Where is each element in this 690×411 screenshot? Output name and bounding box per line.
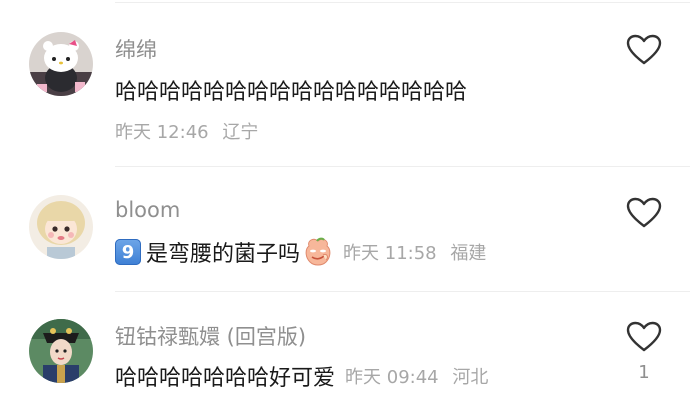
comment-location: 河北 xyxy=(452,367,489,388)
comment-meta: 昨天 09:44 河北 xyxy=(345,363,488,389)
comment-text: 哈哈哈哈哈哈哈好可爱 xyxy=(115,366,336,391)
like-button[interactable] xyxy=(626,321,662,353)
comment-time: 昨天 09:44 xyxy=(345,367,439,388)
like-count: 1 xyxy=(638,362,650,383)
comment-username[interactable]: 钮钴禄甄嬛 (回宫版) xyxy=(115,321,306,351)
commenter-avatar[interactable] xyxy=(29,319,93,383)
comment-content-row: 哈哈哈哈哈哈哈好可爱 昨天 09:44 河北 xyxy=(115,361,488,391)
heart-outline-icon xyxy=(626,321,662,352)
comment-item-3: 钮钴禄甄嬛 (回宫版) 哈哈哈哈哈哈哈好可爱 昨天 09:44 河北 1 xyxy=(0,0,690,411)
